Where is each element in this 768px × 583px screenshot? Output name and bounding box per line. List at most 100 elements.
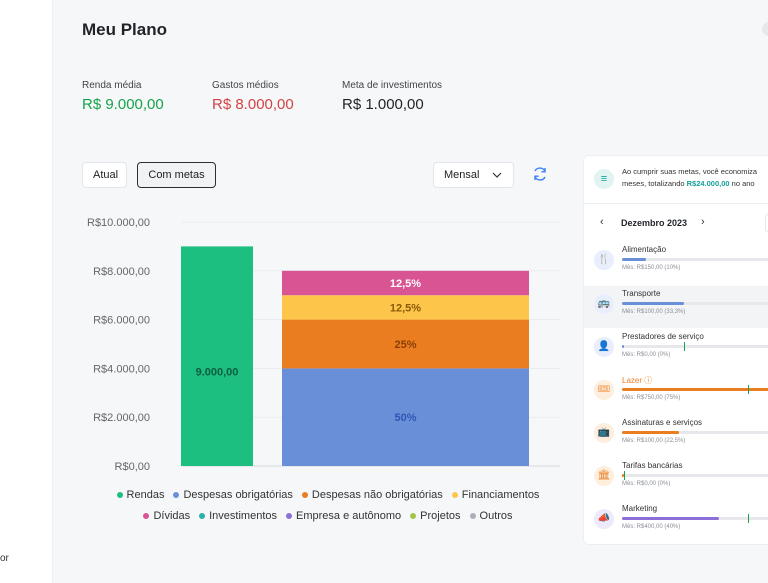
stat-value: R$ 8.000,00 (212, 96, 294, 113)
legend-label: Dívidas (153, 510, 191, 522)
legend-dot (410, 513, 417, 519)
category-name: Transporte (622, 289, 661, 298)
legend-label: Projetos (420, 510, 461, 522)
legend-dot (173, 492, 180, 498)
bus-icon: 🚌 (594, 294, 614, 314)
category-name: Tarifas bancárias (622, 461, 683, 470)
fork-knife-icon: 🍴 (594, 250, 614, 270)
bar-data-label: 12,5% (390, 278, 421, 290)
bar-chart-svg: R$0,00 R$2.000,00 R$4.000,00 R$6.000,00 R$8.… (87, 217, 560, 473)
period-select[interactable]: Mensal (433, 162, 514, 188)
list-check-icon: ≡ (594, 169, 614, 189)
legend-dot (451, 492, 458, 498)
stat-label: Meta de investimentos (342, 80, 443, 91)
category-name: Prestadores de serviço (622, 332, 704, 341)
savings-banner-text: Ao cumprir suas metas, você economiza me… (622, 166, 768, 190)
banner-line-2-pre: meses, totalizando (622, 179, 687, 188)
stat-value: R$ 9.000,00 (82, 96, 164, 113)
legend-item[interactable]: Despesas obrigatórias (173, 489, 293, 501)
category-subtext: Mês: R$150,00 (10%) (622, 265, 681, 271)
category-row[interactable]: 📣 Marketing Mês: R$400,00 (40%) (584, 501, 768, 543)
legend-item[interactable]: Projetos (410, 510, 461, 522)
stat-renda-media: Renda média R$ 9.000,00 (82, 80, 164, 113)
y-tick-label: R$2.000,00 (93, 412, 150, 424)
goal-marker (683, 342, 685, 351)
stat-gastos-medios: Gastos médios R$ 8.000,00 (212, 80, 294, 113)
ticket-icon: 🎟 (594, 380, 614, 400)
category-subtext: Mês: R$750,00 (75%) (622, 395, 681, 401)
y-tick-label: R$6.000,00 (93, 315, 150, 327)
progress-track (622, 474, 768, 477)
legend-item[interactable]: Investimentos (199, 510, 277, 522)
stat-label: Gastos médios (212, 80, 279, 91)
refresh-icon[interactable] (531, 165, 549, 183)
progress-fill (622, 517, 720, 520)
category-name: Alimentação (622, 245, 667, 254)
com-metas-button[interactable]: Com metas (137, 162, 216, 188)
category-subtext: Mês: R$100,00 (22,5%) (622, 438, 686, 444)
goal-marker (623, 471, 625, 480)
legend-item[interactable]: Dívidas (143, 510, 190, 522)
y-tick-label: R$4.000,00 (93, 363, 150, 375)
category-row[interactable]: 🎟 Lazer ⓘ Mês: R$750,00 (75%) (584, 372, 768, 414)
y-tick-label: R$0,00 (115, 461, 150, 473)
legend-item[interactable]: Outros (469, 510, 513, 522)
chevron-right-icon[interactable]: › (701, 216, 705, 228)
avatar[interactable] (762, 22, 768, 36)
progress-fill (622, 431, 679, 434)
legend-label: Despesas obrigatórias (183, 489, 293, 501)
bar-chart: R$0,00 R$2.000,00 R$4.000,00 R$6.000,00 R$8.… (82, 210, 562, 480)
category-row[interactable]: 👤 Prestadores de serviço Mês: R$0,00 (0%) (584, 329, 768, 371)
category-row[interactable]: 🚌 Transporte Mês: R$100,00 (33,3%) (584, 286, 768, 328)
legend-label: Empresa e autônomo (296, 510, 402, 522)
category-row[interactable]: 🍴 Alimentação Mês: R$150,00 (10%) (584, 242, 768, 284)
main-content: Meu Plano Renda média R$ 9.000,00 Gastos… (53, 0, 768, 583)
legend-item[interactable]: Rendas (116, 489, 164, 501)
progress-fill (622, 302, 684, 305)
category-name: Assinaturas e serviços (622, 418, 703, 427)
legend-row: Dívidas Investimentos Empresa e autônomo Pr… (93, 510, 563, 522)
bar-data-label: 50% (394, 412, 416, 424)
chevron-left-icon[interactable]: ‹ (600, 216, 604, 228)
goal-marker (748, 514, 750, 523)
bar-data-label: 12,5% (390, 302, 421, 314)
tv-icon: 📺 (594, 423, 614, 443)
page-title: Meu Plano (82, 20, 168, 39)
savings-banner: ≡ Ao cumprir suas metas, você economiza … (584, 156, 768, 204)
progress-track (622, 345, 768, 348)
legend-item[interactable]: Despesas não obrigatórias (301, 489, 443, 501)
legend-label: Despesas não obrigatórias (311, 489, 443, 501)
left-sidebar: or (0, 0, 53, 583)
legend-dot (286, 513, 292, 519)
legend-row: Rendas Despesas obrigatórias Despesas não … (93, 489, 563, 501)
category-name: Lazer ⓘ (622, 376, 653, 385)
banner-line-2: meses, totalizando R$24.000,00 no ano (622, 178, 768, 190)
legend-label: Outros (479, 510, 513, 522)
stat-meta-investimentos: Meta de investimentos R$ 1.000,00 (342, 80, 442, 113)
atual-button[interactable]: Atual (82, 162, 127, 188)
y-tick-label: R$8.000,00 (93, 266, 150, 278)
category-row[interactable]: 📺 Assinaturas e serviços Mês: R$100,00 (22… (584, 415, 768, 457)
banner-line-2-post: no ano (729, 179, 755, 188)
category-row[interactable]: 🏛 Tarifas bancárias Mês: R$0,00 (0%) (584, 458, 768, 500)
legend-dot (301, 492, 308, 498)
chevron-down-icon (491, 163, 503, 197)
category-subtext: Mês: R$400,00 (40%) (622, 524, 681, 530)
month-navigator: ‹ Dezembro 2023 › (584, 214, 768, 234)
goal-marker (748, 385, 750, 394)
chart-legend: Rendas Despesas obrigatórias Despesas não … (93, 489, 563, 531)
month-label: Dezembro 2023 (621, 218, 688, 228)
progress-fill (622, 258, 647, 261)
bank-icon: 🏛 (594, 466, 614, 486)
banner-highlight: R$24.000,00 (686, 179, 730, 188)
legend-item[interactable]: Financiamentos (451, 489, 540, 501)
bar-data-label: 25% (394, 339, 416, 351)
legend-label: Financiamentos (461, 489, 540, 501)
legend-label: Investimentos (209, 510, 277, 522)
sidebar-truncated-label[interactable]: or (0, 553, 9, 564)
stat-label: Renda média (82, 80, 142, 91)
category-name: Marketing (622, 504, 658, 513)
legend-dot (469, 513, 476, 519)
legend-item[interactable]: Empresa e autônomo (286, 510, 401, 522)
progress-fill (622, 388, 768, 391)
